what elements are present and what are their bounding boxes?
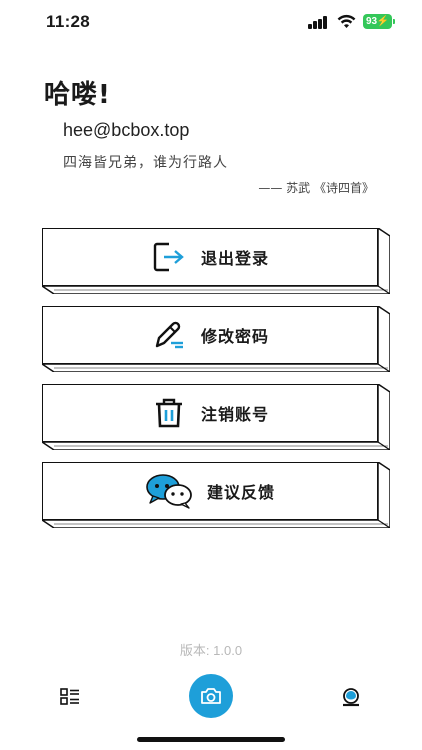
wifi-icon [337,14,356,28]
quote-text: 四海皆兄弟，谁为行路人 [63,155,228,171]
delete-account-button[interactable]: 注销账号 [42,384,390,450]
list-icon[interactable] [60,688,80,706]
chat-feedback-icon [145,473,193,509]
change-password-button[interactable]: 修改密码 [42,306,390,372]
battery-icon: 93 ⚡ [363,14,395,29]
profile-icon[interactable] [341,687,361,707]
delete-account-label: 注销账号 [200,405,269,424]
trash-icon [151,395,187,431]
logout-button[interactable]: 退出登录 [42,228,390,294]
logout-label: 退出登录 [200,249,269,268]
greeting-title: 哈喽! [44,80,111,110]
signal-icon [308,16,330,29]
battery-level: 93 [366,16,378,27]
feedback-label: 建议反馈 [206,483,275,502]
camera-icon [201,688,221,704]
charging-bolt-icon: ⚡ [376,16,389,27]
home-indicator [137,737,285,742]
status-bar: 11:28 93 ⚡ [0,0,422,44]
logout-icon [151,239,187,275]
feedback-button[interactable]: 建议反馈 [42,462,390,528]
version-text: 版本: 1.0.0 [179,643,243,658]
user-email: hee@bcbox.top [63,120,190,140]
edit-password-icon [151,317,187,353]
camera-button[interactable] [189,674,233,718]
status-time: 11:28 [46,12,91,31]
quote-attribution: —— 苏武 《诗四首》 [258,181,374,195]
change-password-label: 修改密码 [200,327,269,346]
